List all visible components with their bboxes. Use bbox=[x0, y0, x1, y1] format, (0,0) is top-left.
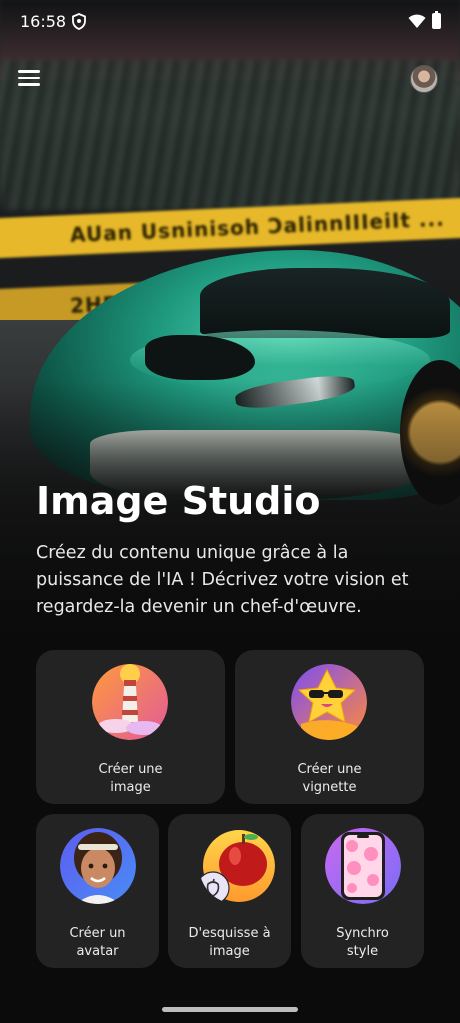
wifi-icon bbox=[408, 14, 426, 28]
star-sunglasses-icon bbox=[291, 664, 367, 740]
apple-sketch-icon bbox=[199, 830, 275, 904]
shield-icon bbox=[72, 13, 86, 30]
phone-pattern-icon bbox=[325, 828, 401, 904]
card-label: Synchro style bbox=[336, 926, 389, 959]
create-image-card[interactable]: Créer une image bbox=[36, 650, 225, 804]
avatar[interactable] bbox=[410, 65, 438, 93]
card-label: Créer une image bbox=[98, 762, 163, 795]
sketch-to-image-card[interactable]: D'esquisse à image bbox=[168, 814, 291, 968]
hero-stands bbox=[0, 60, 460, 210]
battery-icon bbox=[432, 11, 441, 29]
create-avatar-card[interactable]: Créer un avatar bbox=[36, 814, 159, 968]
page-title: Image Studio bbox=[36, 479, 321, 523]
menu-icon[interactable] bbox=[18, 66, 46, 90]
status-bar: 16:58 bbox=[0, 0, 460, 44]
card-label: Créer une vignette bbox=[297, 762, 362, 795]
style-sync-card[interactable]: Synchro style bbox=[301, 814, 424, 968]
home-indicator[interactable] bbox=[162, 1007, 298, 1012]
create-thumbnail-card[interactable]: Créer une vignette bbox=[235, 650, 424, 804]
page-subtitle: Créez du contenu unique grâce à la puiss… bbox=[36, 543, 409, 617]
card-label: D'esquisse à image bbox=[188, 926, 271, 959]
status-time: 16:58 bbox=[20, 12, 67, 31]
avatar-woman-icon bbox=[60, 828, 136, 904]
hero-car-windshield bbox=[200, 268, 450, 338]
card-label: Créer un avatar bbox=[69, 926, 126, 959]
lighthouse-icon bbox=[92, 664, 168, 740]
